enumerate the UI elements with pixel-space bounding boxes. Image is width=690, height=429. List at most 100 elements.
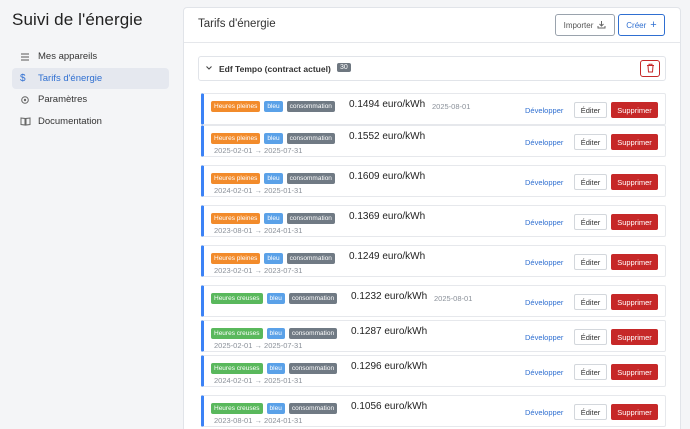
tariff-price: 0.1287 euro/kWh [351, 326, 428, 337]
main-panel: Tarifs d'énergie Importer Créer + Edf Te… [183, 7, 681, 429]
create-label: Créer [626, 20, 647, 30]
develop-link[interactable]: Développer [525, 368, 563, 377]
develop-link[interactable]: Développer [525, 333, 563, 342]
delete-button[interactable]: Supprimer [611, 214, 658, 230]
create-button[interactable]: Créer + [618, 14, 665, 36]
delete-button[interactable]: Supprimer [611, 174, 658, 190]
develop-link[interactable]: Développer [525, 298, 563, 307]
main-header: Tarifs d'énergie Importer Créer + [184, 8, 680, 43]
delete-button[interactable]: Supprimer [611, 102, 658, 118]
lines-icon [20, 52, 36, 62]
delete-button[interactable]: Supprimer [611, 364, 658, 380]
edit-button[interactable]: Éditer [574, 404, 607, 420]
sidebar-item-tarifs[interactable]: $ Tarifs d'énergie [12, 67, 169, 89]
tariff-dates: 2023-08-01 → 2024-01-31 [214, 416, 303, 425]
tariff-dates: 2023-08-01 → 2024-01-31 [214, 226, 303, 235]
color-badge: bleu [266, 293, 285, 304]
sidebar: Suivi de l'énergie Mes appareils $ Tarif… [0, 0, 178, 429]
tariff-badges: Heures pleines bleu consommation [211, 253, 335, 264]
color-badge: bleu [264, 101, 283, 112]
period-badge: Heures pleines [211, 101, 261, 112]
period-badge: Heures creuses [211, 363, 263, 374]
type-badge: consommation [286, 213, 335, 224]
color-badge: bleu [264, 173, 283, 184]
tariff-row: Heures pleines bleu consommation 0.1609 … [201, 165, 666, 197]
color-badge: bleu [266, 363, 285, 374]
delete-group-button[interactable] [640, 60, 660, 77]
tariff-badges: Heures pleines bleu consommation [211, 213, 335, 224]
tariff-price: 0.1552 euro/kWh [349, 131, 426, 142]
sidebar-item-label: Paramètres [38, 94, 88, 105]
period-badge: Heures pleines [211, 173, 261, 184]
tariff-price: 0.1232 euro/kWh [351, 291, 428, 302]
delete-button[interactable]: Supprimer [611, 254, 658, 270]
book-icon [20, 116, 36, 126]
develop-link[interactable]: Développer [525, 106, 563, 115]
import-button[interactable]: Importer [555, 14, 615, 36]
group-title: Edf Tempo (contract actuel) [219, 64, 331, 74]
tariff-price: 0.1494 euro/kWh [349, 99, 426, 110]
develop-link[interactable]: Développer [525, 178, 563, 187]
delete-button[interactable]: Supprimer [611, 329, 658, 345]
tariff-dates: 2025-08-01 [434, 294, 473, 303]
tariff-price: 0.1056 euro/kWh [351, 401, 428, 412]
tariff-badges: Heures pleines bleu consommation [211, 173, 335, 184]
sidebar-item-documentation[interactable]: Documentation [12, 111, 169, 132]
edit-button[interactable]: Éditer [574, 214, 607, 230]
period-badge: Heures creuses [211, 328, 263, 339]
period-badge: Heures creuses [211, 293, 263, 304]
period-badge: Heures pleines [211, 133, 261, 144]
develop-link[interactable]: Développer [525, 408, 563, 417]
import-label: Importer [563, 20, 594, 30]
color-badge: bleu [264, 253, 283, 264]
develop-link[interactable]: Développer [525, 138, 563, 147]
sidebar-item-parametres[interactable]: Paramètres [12, 89, 169, 110]
edit-button[interactable]: Éditer [574, 294, 607, 310]
type-badge: consommation [288, 328, 338, 339]
chevron-down-icon[interactable] [205, 64, 213, 74]
sidebar-item-appareils[interactable]: Mes appareils [12, 46, 169, 67]
tariff-dates: 2025-02-01 → 2025-07-31 [214, 341, 303, 350]
tariff-dates: 2025-08-01 [432, 102, 471, 111]
edit-button[interactable]: Éditer [574, 329, 607, 345]
sidebar-item-label: Documentation [38, 115, 102, 127]
type-badge: consommation [288, 293, 338, 304]
edit-button[interactable]: Éditer [574, 102, 607, 118]
edit-button[interactable]: Éditer [574, 134, 607, 150]
app-title: Suivi de l'énergie [12, 10, 143, 29]
period-badge: Heures pleines [211, 253, 261, 264]
group-count-badge: 30 [337, 63, 351, 72]
tariff-row: Heures creuses bleu consommation 0.1056 … [201, 395, 666, 427]
tariff-row: Heures pleines bleu consommation 0.1552 … [201, 125, 666, 157]
sidebar-item-label: Mes appareils [38, 51, 98, 62]
edit-button[interactable]: Éditer [574, 254, 607, 270]
color-badge: bleu [264, 133, 283, 144]
period-badge: Heures pleines [211, 213, 261, 224]
tariff-price: 0.1369 euro/kWh [349, 211, 426, 222]
delete-button[interactable]: Supprimer [611, 294, 658, 310]
type-badge: consommation [286, 133, 335, 144]
tariff-row: Heures creuses bleu consommation 0.1296 … [201, 355, 666, 387]
edit-button[interactable]: Éditer [574, 174, 607, 190]
plus-icon: + [650, 19, 657, 31]
tariff-price: 0.1249 euro/kWh [349, 251, 426, 262]
download-icon [597, 20, 606, 31]
tariff-badges: Heures creuses bleu consommation [211, 293, 338, 304]
tariff-dates: 2024-02-01 → 2025-01-31 [214, 376, 303, 385]
develop-link[interactable]: Développer [525, 218, 563, 227]
trash-icon [646, 60, 655, 78]
tariff-badges: Heures creuses bleu consommation [211, 328, 338, 339]
tariff-dates: 2025-02-01 → 2025-07-31 [214, 146, 303, 155]
sidebar-item-label: Tarifs d'énergie [38, 72, 103, 84]
type-badge: consommation [286, 173, 335, 184]
delete-button[interactable]: Supprimer [611, 404, 658, 420]
tariff-price: 0.1609 euro/kWh [349, 171, 426, 182]
tariff-badges: Heures creuses bleu consommation [211, 403, 338, 414]
type-badge: consommation [288, 363, 338, 374]
delete-button[interactable]: Supprimer [611, 134, 658, 150]
tariff-dates: 2023-02-01 → 2023-07-31 [214, 266, 303, 275]
tariff-group-header[interactable]: Edf Tempo (contract actuel) 30 [198, 56, 666, 81]
edit-button[interactable]: Éditer [574, 364, 607, 380]
develop-link[interactable]: Développer [525, 258, 563, 267]
tariff-price: 0.1296 euro/kWh [351, 361, 428, 372]
